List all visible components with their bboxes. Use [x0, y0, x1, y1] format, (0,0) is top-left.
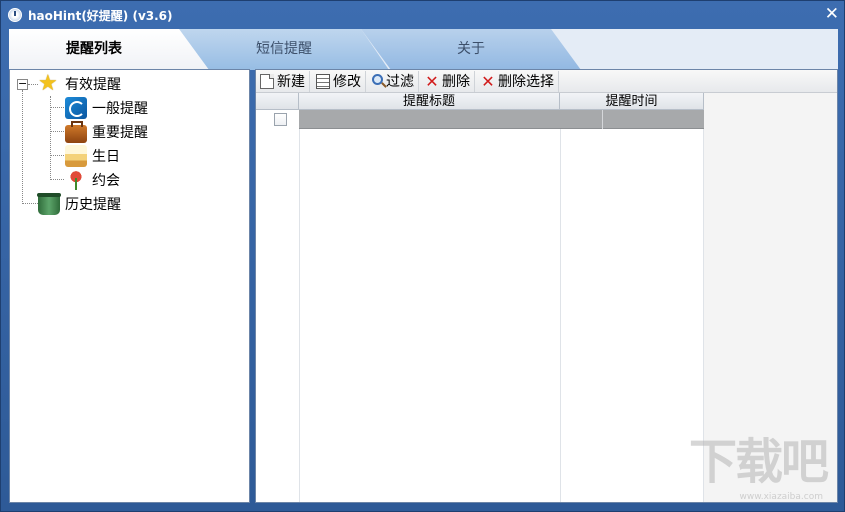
- tree-item-label: 重要提醒: [92, 125, 148, 141]
- edit-icon: [316, 73, 330, 89]
- close-button[interactable]: ✕: [825, 5, 839, 23]
- cake-icon: [65, 145, 87, 167]
- watermark-logo: 下载吧: [688, 434, 829, 490]
- tree-line: [50, 96, 51, 180]
- delete-icon: ✕: [425, 71, 439, 91]
- toolbar: 新建 修改 过滤 ✕ 删除 ✕ 删除选择: [256, 70, 837, 93]
- tree-line: [50, 179, 64, 180]
- tree-item-label: 历史提醒: [65, 197, 121, 213]
- new-button-label: 新建: [277, 74, 305, 90]
- grid-body: [256, 93, 704, 502]
- edit-button[interactable]: 修改: [312, 70, 366, 92]
- tree-item-label: 生日: [92, 149, 120, 165]
- filter-button-label: 过滤: [386, 74, 414, 90]
- filter-button[interactable]: 过滤: [368, 70, 419, 92]
- column-divider: [560, 93, 561, 502]
- tree-line: [22, 90, 23, 204]
- delete-button[interactable]: ✕ 删除: [421, 70, 475, 92]
- tree-line: [50, 107, 64, 108]
- tree-item-appointment[interactable]: 约会: [65, 169, 120, 191]
- flower-icon: [65, 169, 87, 191]
- star-icon: ★: [38, 71, 58, 96]
- briefcase-icon: [65, 121, 87, 143]
- tree-line: [22, 203, 38, 204]
- column-header-checkbox[interactable]: [256, 93, 299, 110]
- reminder-icon: [65, 97, 87, 119]
- reminder-list-panel: 新建 修改 过滤 ✕ 删除 ✕ 删除选择 提醒标题 提醒时间 下载吧 www.x…: [255, 69, 838, 503]
- column-header-time[interactable]: 提醒时间: [560, 93, 704, 110]
- delete-button-label: 删除: [442, 74, 470, 90]
- tab-reminder-list-label: 提醒列表: [66, 41, 122, 57]
- column-header-title[interactable]: 提醒标题: [299, 93, 560, 110]
- tab-reminder-list[interactable]: 提醒列表: [9, 29, 209, 70]
- delete-selected-button-label: 删除选择: [498, 74, 554, 90]
- collapse-toggle[interactable]: −: [17, 78, 28, 90]
- tab-about[interactable]: 关于: [361, 29, 581, 70]
- column-divider: [602, 110, 603, 129]
- selected-row-highlight: [299, 110, 704, 129]
- tree-line: [28, 84, 38, 85]
- titlebar[interactable]: haoHint(好提醒) (v3.6) ✕: [1, 1, 845, 28]
- tree-item-general-reminder[interactable]: 一般提醒: [65, 97, 148, 119]
- delete-selected-button[interactable]: ✕ 删除选择: [477, 70, 559, 92]
- row-checkbox[interactable]: [274, 113, 287, 126]
- tree-line: [50, 155, 64, 156]
- tab-sms-reminder[interactable]: 短信提醒: [179, 29, 389, 70]
- new-button[interactable]: 新建: [256, 70, 310, 92]
- tree-item-label: 约会: [92, 173, 120, 189]
- delete-icon: ✕: [481, 71, 495, 91]
- watermark-url: www.xiazaiba.com: [739, 492, 823, 502]
- new-document-icon: [260, 73, 274, 89]
- tree-item-birthday[interactable]: 生日: [65, 145, 120, 167]
- tab-sms-reminder-label: 短信提醒: [256, 41, 312, 57]
- tree-line: [50, 131, 64, 132]
- tree-item-label: 有效提醒: [65, 77, 121, 93]
- tab-bar: 关于 短信提醒 提醒列表: [9, 29, 838, 70]
- tab-about-label: 关于: [457, 41, 485, 57]
- clock-icon: [8, 8, 22, 22]
- window-title: haoHint(好提醒) (v3.6): [28, 9, 173, 23]
- table-row[interactable]: [256, 110, 704, 130]
- search-icon: [372, 74, 383, 85]
- tree-item-important-reminder[interactable]: 重要提醒: [65, 121, 148, 143]
- edit-button-label: 修改: [333, 74, 361, 90]
- tree-item-history-reminders[interactable]: 历史提醒: [37, 193, 121, 215]
- tree-item-active-reminders[interactable]: ★ 有效提醒: [38, 73, 121, 95]
- category-tree: − ★ 有效提醒 一般提醒 重要提醒 生日 约会 历史提醒: [9, 69, 250, 503]
- column-divider: [299, 93, 300, 502]
- app-window: haoHint(好提醒) (v3.6) ✕ 关于 短信提醒 提醒列表 − ★ 有…: [0, 0, 845, 512]
- trash-icon: [37, 193, 61, 215]
- tree-item-label: 一般提醒: [92, 101, 148, 117]
